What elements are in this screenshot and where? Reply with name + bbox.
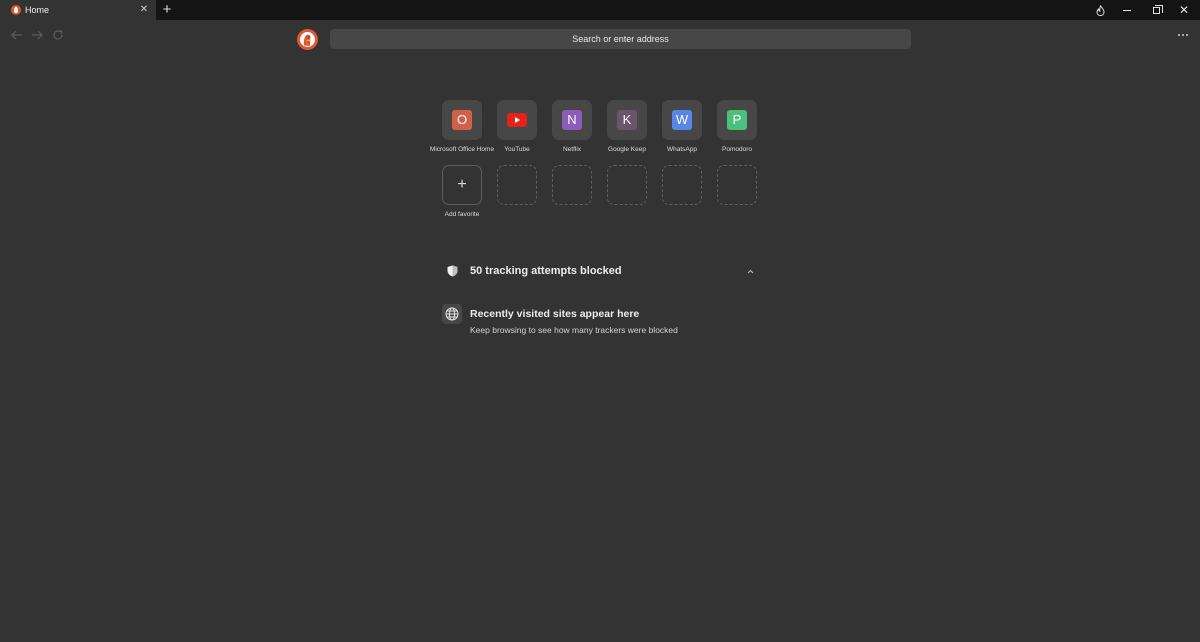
favorite-pomodoro[interactable]: P Pomodoro — [717, 100, 758, 153]
empty-favorite-slot — [552, 165, 593, 205]
reload-button[interactable] — [49, 27, 67, 43]
arrow-right-icon — [32, 30, 43, 40]
favorite-letter-icon: P — [727, 110, 747, 130]
favorite-label: Pomodoro — [722, 146, 752, 153]
chevron-up-icon — [747, 269, 753, 273]
plus-icon: + — [457, 176, 467, 193]
favorite-microsoft-office-home[interactable]: O Microsoft Office Home — [430, 100, 494, 153]
reload-icon — [53, 30, 63, 40]
shield-icon — [447, 265, 458, 277]
tab-title: Home — [25, 5, 50, 15]
minimize-icon — [1123, 9, 1131, 11]
add-favorite[interactable]: + Add favorite — [442, 165, 483, 218]
close-window-button[interactable]: ✕ — [1171, 0, 1197, 20]
back-button[interactable] — [8, 27, 26, 43]
favorite-tile[interactable]: W — [662, 100, 702, 140]
recent-sites-subtitle: Keep browsing to see how many trackers w… — [470, 325, 678, 335]
dot-icon — [1182, 34, 1184, 36]
empty-slot-tile — [662, 165, 702, 205]
dot-icon — [1178, 34, 1180, 36]
favorite-whatsapp[interactable]: W WhatsApp — [662, 100, 703, 153]
favorite-tile[interactable]: K — [607, 100, 647, 140]
title-bar: Home ✕ + ✕ — [0, 0, 1200, 20]
empty-favorite-slot — [497, 165, 538, 205]
fire-button[interactable] — [1087, 0, 1113, 20]
duckduckgo-favicon-icon — [11, 5, 21, 15]
tab-close-button[interactable]: ✕ — [138, 0, 150, 20]
favorite-tile[interactable] — [497, 100, 537, 140]
favorite-letter-icon: W — [672, 110, 692, 130]
favorite-tile[interactable]: N — [552, 100, 592, 140]
address-placeholder: Search or enter address — [572, 34, 669, 44]
favorite-youtube[interactable]: YouTube — [497, 100, 538, 153]
globe-icon-box — [442, 304, 462, 324]
add-favorite-label: Add favorite — [444, 211, 480, 218]
empty-favorite-slot — [607, 165, 648, 205]
add-favorite-button[interactable]: + — [442, 165, 482, 205]
fire-icon — [1095, 4, 1105, 16]
favorite-letter-icon: K — [617, 110, 637, 130]
close-icon: ✕ — [1178, 3, 1190, 17]
duckduckgo-logo-icon[interactable] — [297, 29, 318, 50]
new-tab-button[interactable]: + — [160, 0, 174, 20]
restore-icon — [1152, 4, 1163, 14]
favorite-tile[interactable]: O — [442, 100, 482, 140]
youtube-icon — [507, 113, 527, 127]
empty-slot-tile — [717, 165, 757, 205]
collapse-button[interactable] — [743, 265, 757, 277]
tracker-count-title: 50 tracking attempts blocked — [470, 265, 622, 277]
favorite-letter-icon: O — [452, 110, 472, 130]
restore-button[interactable] — [1143, 0, 1169, 20]
minimize-button[interactable] — [1114, 0, 1140, 20]
favorite-letter-icon: N — [562, 110, 582, 130]
forward-button[interactable] — [28, 27, 46, 43]
empty-favorite-slot — [662, 165, 703, 205]
empty-slot-tile — [607, 165, 647, 205]
tracker-stats-header: 50 tracking attempts blocked — [445, 263, 757, 281]
recent-sites-empty-state: Recently visited sites appear here Keep … — [442, 304, 762, 338]
tab-home[interactable]: Home ✕ — [0, 0, 156, 20]
arrow-left-icon — [11, 30, 22, 40]
favorite-netflix[interactable]: N Netflix — [552, 100, 593, 153]
empty-slot-tile — [497, 165, 537, 205]
empty-slot-tile — [552, 165, 592, 205]
address-bar[interactable]: Search or enter address — [330, 29, 911, 49]
favorite-google-keep[interactable]: K Google Keep — [607, 100, 648, 153]
recent-sites-title: Recently visited sites appear here — [470, 308, 640, 320]
more-menu-button[interactable] — [1174, 28, 1192, 42]
empty-favorite-slot — [717, 165, 758, 205]
favorite-tile[interactable]: P — [717, 100, 757, 140]
globe-icon — [445, 307, 459, 321]
dot-icon — [1186, 34, 1188, 36]
